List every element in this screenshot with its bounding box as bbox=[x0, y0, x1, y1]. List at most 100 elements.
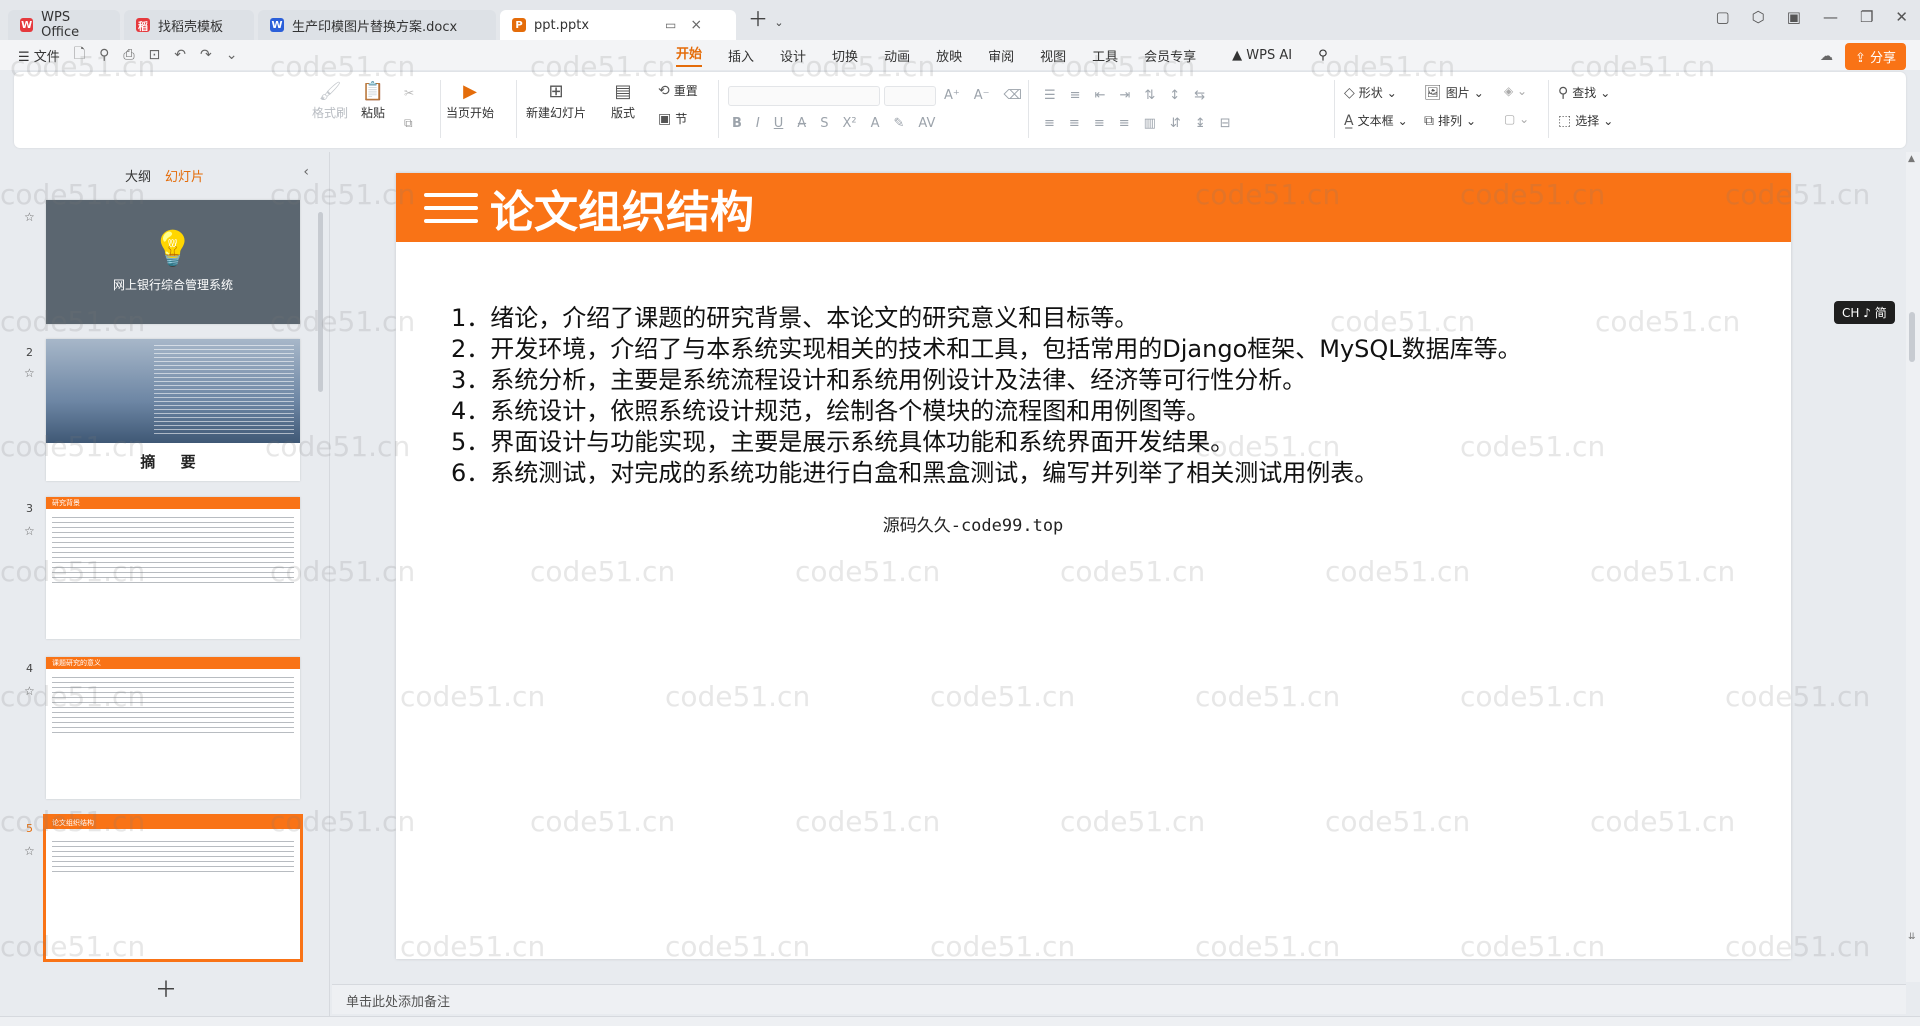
font-color-icon[interactable]: A bbox=[871, 116, 880, 131]
tab-pptx[interactable]: P ppt.pptx ▭ × bbox=[500, 10, 736, 40]
justify-icon[interactable]: ≡ bbox=[1119, 116, 1130, 131]
close-icon[interactable]: × bbox=[690, 17, 702, 33]
paste-button[interactable]: 📋 粘贴 bbox=[360, 78, 386, 121]
tab-transition[interactable]: 切换 bbox=[832, 46, 858, 65]
slide-title[interactable]: 论文组织结构 bbox=[490, 176, 754, 240]
layout-icon[interactable]: ▢ bbox=[1715, 8, 1729, 26]
strikethrough-icon[interactable]: A̶ bbox=[797, 116, 806, 131]
monitor-icon[interactable]: ▭ bbox=[665, 18, 676, 32]
slide-thumbnail-3[interactable]: 研究背景 bbox=[46, 497, 300, 639]
copy-icon[interactable]: ⧉ bbox=[404, 116, 413, 131]
tab-home[interactable]: 开始 bbox=[676, 43, 703, 67]
slide-canvas[interactable]: 论文组织结构 1．绪论，介绍了课题的研究背景、本论文的研究意义和目标等。 2．开… bbox=[396, 173, 1791, 959]
tab-outline[interactable]: 大纲 bbox=[125, 166, 151, 185]
slide-thumbnail-4[interactable]: 课题研究的意义 bbox=[46, 657, 300, 799]
tab-tools[interactable]: 工具 bbox=[1092, 46, 1118, 65]
columns-icon[interactable]: ▥ bbox=[1144, 116, 1156, 131]
highlight-icon[interactable]: ✎ bbox=[893, 116, 904, 131]
file-menu[interactable]: ☰ 文件 bbox=[18, 46, 60, 65]
tab-insert[interactable]: 插入 bbox=[728, 46, 754, 65]
bold-icon[interactable]: B bbox=[732, 116, 742, 131]
superscript-icon[interactable]: X² bbox=[842, 116, 856, 131]
section-button[interactable]: ▣ 节 bbox=[658, 110, 687, 127]
restore-icon[interactable]: ❐ bbox=[1860, 8, 1873, 26]
outline-icon[interactable]: ▢ ⌄ bbox=[1504, 112, 1529, 126]
wps-ai-button[interactable]: ▲ WPS AI bbox=[1232, 48, 1292, 63]
star-icon[interactable]: ☆ bbox=[24, 524, 35, 538]
convert-icon[interactable]: ⇆ bbox=[1194, 88, 1205, 103]
star-icon[interactable]: ☆ bbox=[24, 684, 35, 698]
fill-icon[interactable]: ◈ ⌄ bbox=[1504, 84, 1527, 98]
align-left-icon[interactable]: ≡ bbox=[1044, 116, 1055, 131]
tab-animation[interactable]: 动画 bbox=[884, 46, 910, 65]
print-preview-icon[interactable]: ⊡ bbox=[149, 47, 161, 63]
tab-docer[interactable]: 稻 找稻壳模板 bbox=[124, 10, 254, 40]
tab-review[interactable]: 审阅 bbox=[988, 46, 1014, 65]
decrease-indent-icon[interactable]: ⇤ bbox=[1095, 88, 1106, 103]
scrollbar-thumb[interactable] bbox=[1909, 312, 1915, 362]
underline-icon[interactable]: U bbox=[774, 116, 784, 131]
new-slide-button[interactable]: ⊞ 新建幻灯片 bbox=[526, 78, 586, 121]
numbered-list-icon[interactable]: ≡ bbox=[1070, 88, 1081, 103]
panel-scrollbar[interactable] bbox=[318, 212, 323, 392]
avatar[interactable]: ▣ bbox=[1787, 8, 1801, 26]
char-spacing-icon[interactable]: AV bbox=[918, 116, 935, 131]
star-icon[interactable]: ☆ bbox=[24, 210, 35, 224]
layout-button[interactable]: ▤ 版式 bbox=[610, 78, 636, 121]
find-button[interactable]: ⚲ 查找 ⌄ bbox=[1558, 84, 1610, 101]
scroll-next-icon[interactable]: ⇊ bbox=[1908, 932, 1916, 942]
line-spacing-icon[interactable]: ↕ bbox=[1169, 88, 1180, 103]
cloud-sync-icon[interactable]: ☁ bbox=[1820, 49, 1833, 64]
picture-button[interactable]: 🖼 图片 ⌄ bbox=[1424, 84, 1484, 101]
italic-icon[interactable]: I bbox=[756, 116, 760, 131]
slide-footer-text[interactable]: 源码久久-code99.top bbox=[396, 511, 1550, 536]
print-icon[interactable]: ⎙ bbox=[123, 47, 134, 63]
font-size-select[interactable] bbox=[884, 86, 936, 106]
smartart-icon[interactable]: ⊟ bbox=[1220, 116, 1231, 131]
shape-button[interactable]: ◇ 形状 ⌄ bbox=[1344, 84, 1397, 101]
vertical-align-icon[interactable]: ⇵ bbox=[1170, 116, 1181, 131]
font-family-select[interactable] bbox=[728, 86, 880, 106]
undo-icon[interactable]: ↶ bbox=[174, 47, 186, 63]
grow-font-icon[interactable]: A⁺ bbox=[944, 88, 960, 103]
more-icon[interactable]: ⌄ bbox=[226, 47, 238, 63]
bullet-list-icon[interactable]: ☰ bbox=[1044, 88, 1056, 103]
export-icon[interactable]: ⚲ bbox=[99, 47, 109, 63]
tab-wps-office[interactable]: W WPS Office bbox=[8, 10, 120, 40]
paragraph-spacing-icon[interactable]: ↨ bbox=[1195, 116, 1206, 131]
slide-thumbnail-5[interactable]: 论文组织结构 bbox=[43, 814, 303, 962]
align-right-icon[interactable]: ≡ bbox=[1094, 116, 1105, 131]
cut-icon[interactable]: ✂ bbox=[404, 86, 414, 100]
canvas-scrollbar[interactable]: ▲ ⇊ bbox=[1906, 152, 1920, 982]
clear-format-icon[interactable]: ⌫ bbox=[1004, 88, 1022, 103]
tab-view[interactable]: 视图 bbox=[1040, 46, 1066, 65]
arrange-button[interactable]: ⧉ 排列 ⌄ bbox=[1424, 112, 1476, 129]
scroll-up-icon[interactable]: ▲ bbox=[1908, 154, 1915, 164]
star-icon[interactable]: ☆ bbox=[24, 366, 35, 380]
align-center-icon[interactable]: ≡ bbox=[1069, 116, 1080, 131]
add-slide-icon[interactable]: ＋ bbox=[155, 972, 177, 1004]
shrink-font-icon[interactable]: A⁻ bbox=[974, 88, 990, 103]
select-button[interactable]: ⬚ 选择 ⌄ bbox=[1558, 112, 1613, 129]
new-tab-icon[interactable]: ＋ ⌄ bbox=[748, 3, 784, 32]
tab-slides[interactable]: 幻灯片 bbox=[165, 166, 204, 185]
format-painter-button[interactable]: 🖌 格式刷 bbox=[312, 78, 348, 121]
tab-design[interactable]: 设计 bbox=[780, 46, 806, 65]
shadow-icon[interactable]: S bbox=[820, 116, 828, 131]
minimize-icon[interactable]: — bbox=[1823, 8, 1838, 26]
textbox-button[interactable]: A̲ 文本框 ⌄ bbox=[1344, 112, 1408, 129]
notes-pane[interactable]: 单击此处添加备注 bbox=[332, 984, 1906, 1014]
share-button[interactable]: ⇪ 分享 bbox=[1844, 43, 1906, 70]
play-from-current-button[interactable]: ▶ 当页开始 bbox=[446, 78, 494, 121]
collapse-panel-icon[interactable]: ‹ bbox=[303, 164, 309, 180]
reset-button[interactable]: ⟲ 重置 bbox=[658, 82, 698, 99]
search-icon[interactable]: ⚲ bbox=[1318, 48, 1328, 63]
slide-content-list[interactable]: 1．绪论，介绍了课题的研究背景、本论文的研究意义和目标等。 2．开发环境，介绍了… bbox=[451, 303, 1522, 489]
redo-icon[interactable]: ↷ bbox=[200, 47, 212, 63]
increase-indent-icon[interactable]: ⇥ bbox=[1119, 88, 1130, 103]
window-close-icon[interactable]: ✕ bbox=[1895, 8, 1908, 26]
slide-thumbnail-2[interactable]: 摘 要 bbox=[46, 339, 300, 481]
slide-thumbnail-1[interactable]: 💡 网上银行综合管理系统 bbox=[46, 200, 300, 324]
tab-docx[interactable]: W 生产印模图片替换方案.docx bbox=[258, 10, 496, 40]
tab-member[interactable]: 会员专享 bbox=[1144, 46, 1196, 65]
